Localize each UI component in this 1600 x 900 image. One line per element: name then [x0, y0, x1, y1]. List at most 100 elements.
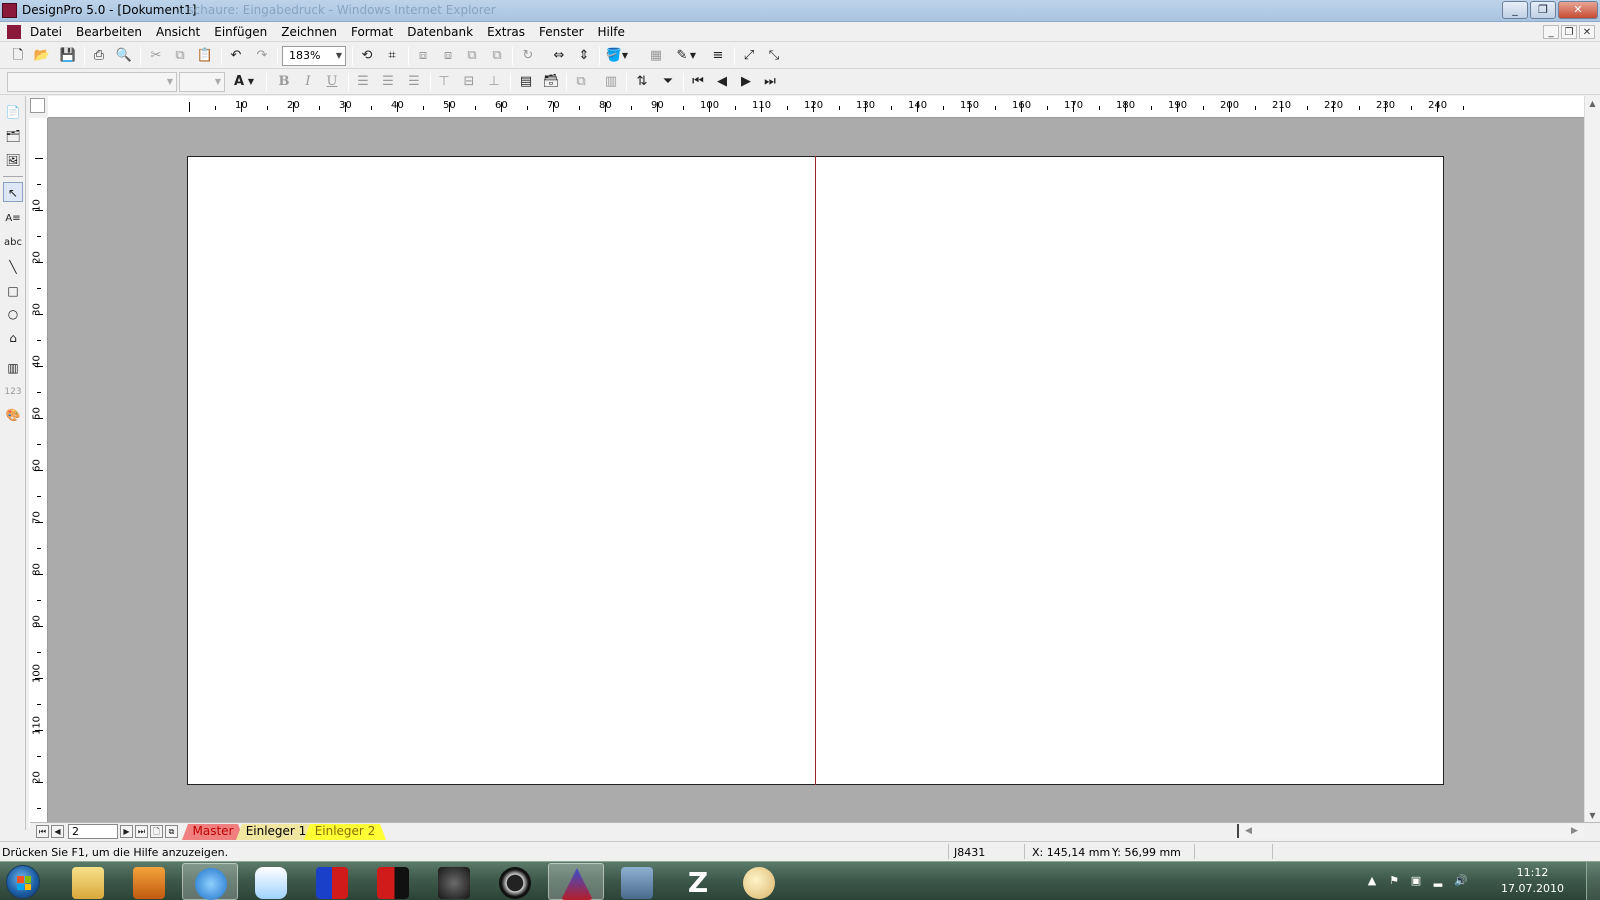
flip-horizontal-icon[interactable]: ⇔ [549, 46, 569, 66]
zoom-select[interactable]: 183% ▼ [282, 46, 346, 66]
taskbar-media-player[interactable] [121, 863, 177, 900]
taskbar-designpro[interactable] [548, 863, 604, 900]
start-button[interactable] [6, 865, 40, 899]
minimize-button[interactable]: _ [1502, 1, 1528, 19]
first-page-icon[interactable]: ⏮ [36, 825, 49, 838]
taskbar-user-app[interactable] [609, 863, 665, 900]
valign-top-icon[interactable]: ⊤ [434, 72, 454, 92]
flip-vertical-icon[interactable]: ⇕ [574, 46, 594, 66]
scroll-right-icon[interactable]: ▶ [1571, 824, 1578, 838]
clipart-tool-icon[interactable]: 🎨 [3, 405, 23, 425]
italic-button[interactable]: I [298, 72, 318, 92]
system-clock[interactable]: 11:12 17.07.2010 [1501, 865, 1564, 897]
taskbar-app-b-blue[interactable] [304, 863, 360, 900]
menu-item-einfügen[interactable]: Einfügen [214, 25, 267, 39]
valign-bottom-icon[interactable]: ⊥ [484, 72, 504, 92]
page-number-input[interactable]: 2 [68, 824, 118, 839]
tab-master[interactable]: Master [182, 824, 244, 840]
redo-icon[interactable]: ↷ [252, 46, 272, 66]
volume-icon[interactable]: 🔊 [1454, 875, 1468, 887]
cut-icon[interactable]: ✂ [146, 46, 166, 66]
rotate-icon[interactable]: ⟲ [357, 46, 377, 66]
merge-field-icon[interactable]: ⧉ [571, 72, 591, 92]
database-open-icon[interactable]: 🗃 [541, 72, 561, 92]
taskbar-app-b-red[interactable] [365, 863, 421, 900]
menu-item-datei[interactable]: Datei [30, 25, 62, 39]
bring-front-icon[interactable]: ⧈ [413, 46, 433, 66]
zoom-object-icon[interactable]: ⤡ [764, 46, 784, 66]
filter-icon[interactable]: ⏷ [658, 72, 678, 92]
ruler-corner[interactable] [30, 98, 45, 113]
last-page-icon[interactable]: ⏭ [135, 825, 148, 838]
taskbar-app-s[interactable] [426, 863, 482, 900]
menu-item-zeichnen[interactable]: Zeichnen [281, 25, 337, 39]
previous-record-icon[interactable]: ◀ [712, 72, 732, 92]
device-icon[interactable]: ▣ [1410, 875, 1422, 887]
ungroup-icon[interactable]: ⧉ [487, 46, 507, 66]
scroll-left-icon[interactable]: ◀ [1245, 824, 1252, 838]
fit-page-icon[interactable]: ⤢ [739, 46, 759, 66]
rectangle-tool-icon[interactable]: □ [3, 281, 23, 301]
tab-einleger-1[interactable]: Einleger 1 [236, 824, 316, 840]
font-name-select[interactable]: ▼ [7, 72, 177, 92]
horizontal-scrollbar[interactable]: ◀ ▶ [1237, 824, 1584, 838]
menu-item-extras[interactable]: Extras [487, 25, 525, 39]
underline-button[interactable]: U [322, 72, 342, 92]
rotate-object-icon[interactable]: ↻ [518, 46, 538, 66]
pointer-tool-icon[interactable]: ↖ [3, 182, 23, 202]
valign-middle-icon[interactable]: ⊟ [459, 72, 479, 92]
undo-icon[interactable]: ↶ [226, 46, 246, 66]
network-icon[interactable]: ▂ [1432, 875, 1444, 887]
line-tool-icon[interactable]: ╲ [3, 257, 23, 277]
line-style-icon[interactable]: ≡ [708, 46, 728, 66]
database-table-icon[interactable]: ▤ [516, 72, 536, 92]
copy-icon[interactable]: ⧉ [170, 46, 190, 66]
barcode-tool-icon[interactable]: ▥ [3, 358, 23, 378]
chevron-down-icon[interactable]: ▼ [620, 46, 630, 66]
sort-icon[interactable]: ⇅ [632, 72, 652, 92]
import-icon[interactable]: 🗂 [3, 126, 23, 146]
taskbar-zend-app[interactable]: Z [670, 863, 726, 900]
print-preview-icon[interactable]: 🔍 [114, 46, 134, 66]
align-left-icon[interactable]: ☰ [353, 72, 373, 92]
taskbar-windows-explorer[interactable] [60, 863, 116, 900]
next-record-icon[interactable]: ▶ [736, 72, 756, 92]
new-document-icon[interactable]: 🗋 [8, 46, 28, 66]
menu-item-datenbank[interactable]: Datenbank [407, 25, 473, 39]
menu-item-format[interactable]: Format [351, 25, 393, 39]
ellipse-tool-icon[interactable]: ○ [3, 304, 23, 324]
taskbar-camera-app[interactable] [487, 863, 543, 900]
menu-item-bearbeiten[interactable]: Bearbeiten [76, 25, 142, 39]
crop-icon[interactable]: ⌗ [382, 46, 402, 66]
taskbar-paint-app[interactable] [731, 863, 787, 900]
previous-page-icon[interactable]: ◀ [51, 825, 64, 838]
save-icon[interactable]: 💾 [58, 46, 78, 66]
scroll-up-icon[interactable]: ▲ [1585, 96, 1600, 112]
action-center-flag-icon[interactable]: ⚑ [1388, 875, 1400, 887]
menu-item-hilfe[interactable]: Hilfe [598, 25, 625, 39]
align-right-icon[interactable]: ☰ [404, 72, 424, 92]
next-page-icon[interactable]: ▶ [120, 825, 133, 838]
show-desktop-button[interactable] [1586, 862, 1600, 900]
document-icon[interactable] [7, 25, 21, 39]
last-record-icon[interactable]: ⏭ [760, 72, 780, 92]
first-record-icon[interactable]: ⏮ [688, 72, 708, 92]
show-hidden-icons-icon[interactable]: ▲ [1366, 875, 1378, 887]
app-icon[interactable] [2, 3, 17, 18]
chevron-down-icon[interactable]: ▼ [688, 46, 698, 66]
paste-icon[interactable]: 📋 [195, 46, 215, 66]
doc-close-button[interactable]: ✕ [1579, 25, 1595, 39]
page-setup-icon[interactable]: 📄 [3, 102, 23, 122]
taskbar-teamviewer[interactable] [243, 863, 299, 900]
curved-text-tool-icon[interactable]: abc [3, 233, 23, 253]
align-center-icon[interactable]: ☰ [378, 72, 398, 92]
menu-item-fenster[interactable]: Fenster [539, 25, 584, 39]
polygon-tool-icon[interactable]: ⌂ [3, 328, 23, 348]
print-icon[interactable]: ⎙ [89, 46, 109, 66]
menu-item-ansicht[interactable]: Ansicht [156, 25, 200, 39]
doc-restore-button[interactable]: ❐ [1561, 25, 1577, 39]
group-icon[interactable]: ⧉ [462, 46, 482, 66]
record-view-icon[interactable]: ▥ [601, 72, 621, 92]
text-box-tool-icon[interactable]: A≡ [3, 209, 23, 229]
open-folder-icon[interactable]: 📂 [32, 46, 52, 66]
